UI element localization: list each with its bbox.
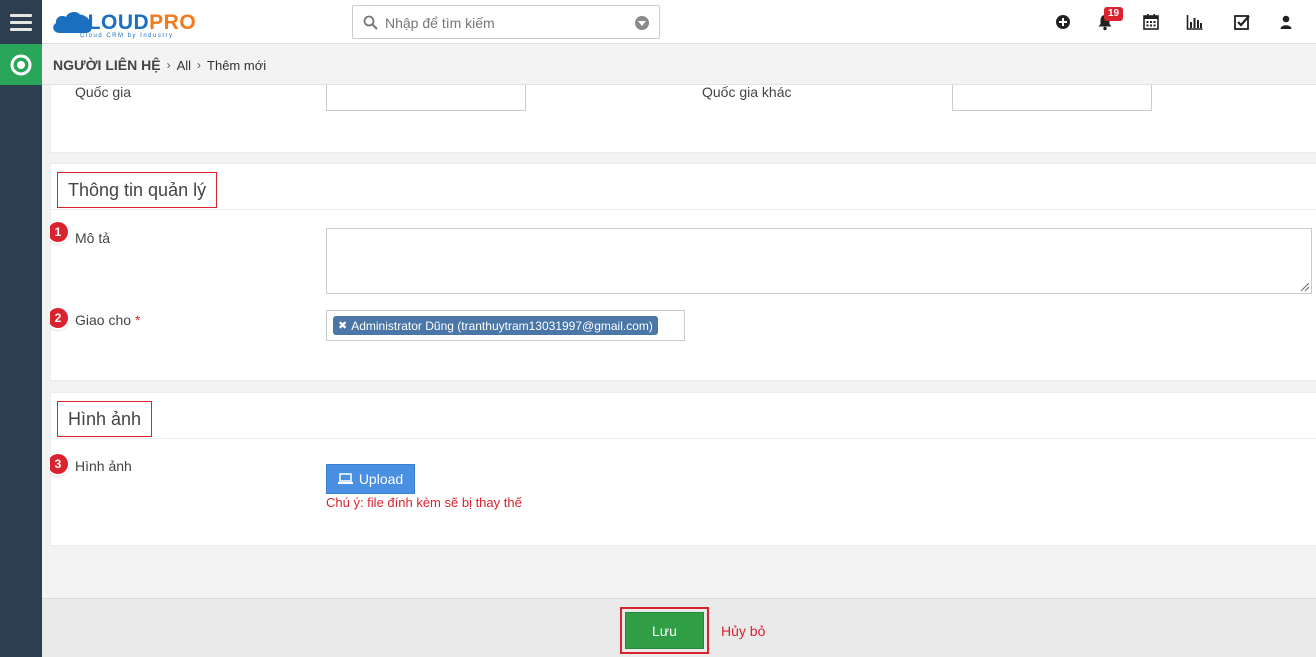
step-2-marker: 2 — [50, 308, 68, 328]
logo-tagline: Cloud CRM by Industry — [80, 33, 174, 39]
breadcrumb: NGƯỜI LIÊN HỆ › All › Thêm mới — [53, 57, 266, 73]
notification-badge: 19 — [1104, 7, 1124, 21]
breadcrumb-filter[interactable]: All — [177, 58, 191, 73]
assigned-user-name: Administrator Dũng (tranthuytram13031997… — [351, 318, 653, 333]
search-dropdown-icon[interactable] — [635, 16, 649, 30]
module-icon[interactable] — [0, 44, 42, 85]
management-block: Thông tin quản lý 1 Mô tả 2 Giao cho * ✖ … — [50, 163, 1316, 381]
app-logo[interactable]: CLOUDPRO Cloud CRM by Industry — [50, 5, 210, 39]
step-3-marker: 3 — [50, 454, 68, 474]
laptop-icon — [337, 473, 353, 484]
breadcrumb-bar: NGƯỜI LIÊN HỆ › All › Thêm mới — [42, 44, 1316, 85]
form-footer: Lưu Hủy bỏ — [42, 598, 1316, 657]
address-block: Quốc gia Quốc gia khác — [50, 85, 1316, 153]
assigned-to-label: Giao cho * — [75, 312, 141, 328]
add-icon[interactable] — [1054, 13, 1072, 31]
section-divider — [51, 438, 1316, 439]
image-section-title: Hình ảnh — [57, 401, 153, 437]
country-label: Quốc gia — [75, 85, 132, 100]
assigned-to-select[interactable]: ✖ Administrator Dũng (tranthuytram130319… — [326, 310, 685, 341]
resize-handle-icon[interactable] — [1301, 283, 1309, 291]
image-field-label: Hình ảnh — [75, 458, 132, 474]
breadcrumb-action: Thêm mới — [207, 57, 267, 73]
step-1-marker: 1 — [50, 222, 68, 242]
required-marker: * — [135, 312, 141, 328]
top-header: CLOUDPRO Cloud CRM by Industry Nhập để t… — [42, 0, 1316, 44]
calendar-icon[interactable] — [1142, 13, 1160, 31]
image-block: Hình ảnh 3 Hình ảnh Upload Chú ý: file đ… — [50, 392, 1316, 546]
section-divider — [51, 209, 1316, 210]
breadcrumb-module[interactable]: NGƯỜI LIÊN HỆ — [53, 57, 161, 73]
task-check-icon[interactable] — [1233, 13, 1251, 31]
description-label: Mô tả — [75, 230, 111, 246]
save-button[interactable]: Lưu — [625, 612, 704, 649]
search-input[interactable]: Nhập để tìm kiếm — [352, 5, 660, 39]
search-icon — [363, 15, 378, 30]
cancel-link[interactable]: Hủy bỏ — [721, 623, 765, 639]
report-chart-icon[interactable] — [1186, 13, 1204, 31]
upload-button[interactable]: Upload — [326, 464, 415, 494]
menu-toggle-icon[interactable] — [0, 0, 42, 44]
country-input[interactable] — [326, 85, 526, 111]
description-textarea[interactable] — [326, 228, 1312, 294]
chevron-right-icon: › — [197, 58, 202, 72]
assigned-to-label-text: Giao cho — [75, 312, 132, 328]
remove-chip-icon[interactable]: ✖ — [338, 319, 347, 332]
form-content: Quốc gia Quốc gia khác Thông tin quản lý… — [50, 85, 1316, 598]
logo-wordmark: CLOUDPRO — [72, 11, 197, 34]
upload-button-label: Upload — [358, 471, 404, 487]
chevron-right-icon: › — [166, 58, 171, 72]
assigned-user-chip: ✖ Administrator Dũng (tranthuytram130319… — [333, 316, 658, 335]
search-placeholder: Nhập để tìm kiếm — [385, 15, 495, 31]
other-country-label: Quốc gia khác — [702, 85, 792, 100]
user-icon[interactable] — [1277, 13, 1295, 31]
save-highlight: Lưu — [620, 607, 709, 654]
other-country-input[interactable] — [952, 85, 1152, 111]
upload-note: Chú ý: file đính kèm sẽ bị thay thế — [326, 495, 522, 510]
left-rail — [0, 0, 42, 657]
management-section-title: Thông tin quản lý — [57, 172, 218, 208]
